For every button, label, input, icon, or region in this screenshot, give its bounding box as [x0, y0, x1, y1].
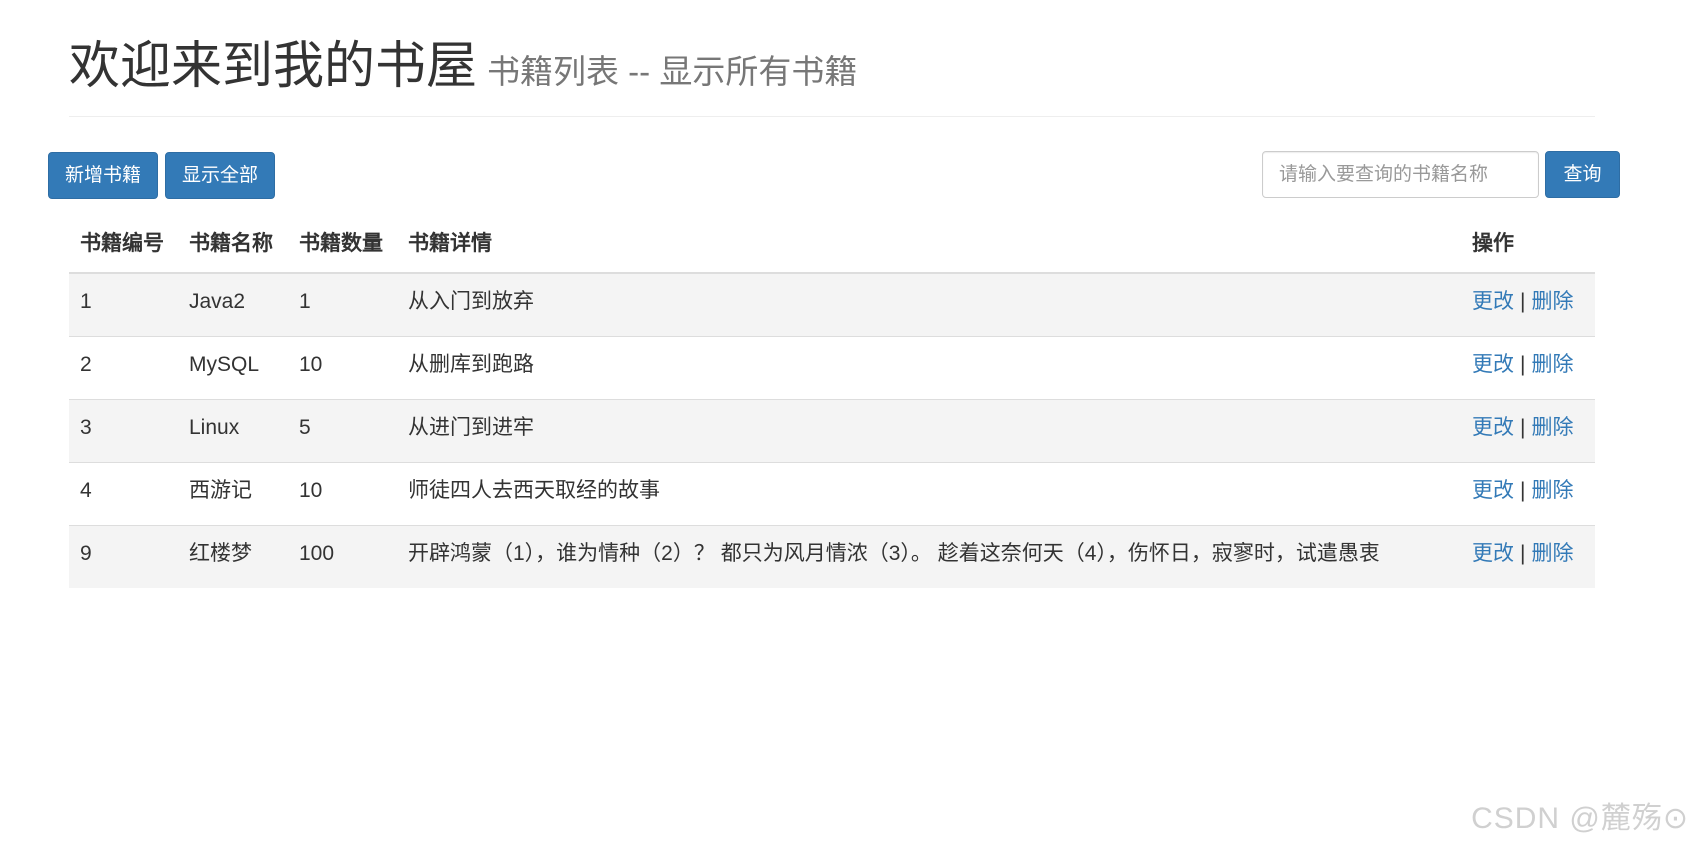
toolbar-left: 新增书籍 显示全部	[48, 152, 276, 199]
table-row: 2 MySQL 10 从删库到跑路 更改 | 删除	[69, 335, 1595, 399]
table-row: 9 红楼梦 100 开辟鸿蒙（1），谁为情种（2）？ 都只为风月情浓（3）。 趁…	[69, 524, 1595, 588]
table-header-row: 书籍编号 书籍名称 书籍数量 书籍详情 操作	[69, 215, 1595, 274]
cell-operations: 更改 | 删除	[1461, 335, 1595, 399]
cell-book-count: 10	[288, 461, 397, 525]
cell-book-count: 10	[288, 335, 397, 399]
edit-link[interactable]: 更改	[1472, 290, 1514, 313]
cell-book-detail: 开辟鸿蒙（1），谁为情种（2）？ 都只为风月情浓（3）。 趁着这奈何天（4），伤…	[397, 524, 1461, 588]
cell-operations: 更改 | 删除	[1461, 524, 1595, 588]
edit-link[interactable]: 更改	[1472, 542, 1514, 565]
page-subtitle: 书籍列表 -- 显示所有书籍	[487, 53, 858, 90]
add-book-button[interactable]: 新增书籍	[48, 152, 159, 199]
cell-book-detail: 师徒四人去西天取经的故事	[397, 461, 1461, 525]
cell-book-name: Linux	[178, 398, 288, 462]
delete-link[interactable]: 删除	[1531, 416, 1573, 439]
op-separator: |	[1520, 478, 1526, 502]
header-book-detail: 书籍详情	[397, 215, 1461, 274]
delete-link[interactable]: 删除	[1531, 479, 1573, 502]
cell-book-detail: 从删库到跑路	[397, 335, 1461, 399]
cell-book-count: 1	[288, 272, 397, 336]
edit-link[interactable]: 更改	[1472, 479, 1514, 502]
cell-operations: 更改 | 删除	[1461, 461, 1595, 525]
search-button[interactable]: 查询	[1545, 151, 1620, 198]
cell-book-id: 2	[69, 335, 178, 399]
header-operations: 操作	[1461, 215, 1595, 274]
table-row: 4 西游记 10 师徒四人去西天取经的故事 更改 | 删除	[69, 461, 1595, 525]
delete-link[interactable]: 删除	[1531, 290, 1573, 313]
page-header: 欢迎来到我的书屋 书籍列表 -- 显示所有书籍	[69, 37, 1595, 118]
cell-operations: 更改 | 删除	[1461, 272, 1595, 336]
cell-book-name: MySQL	[178, 335, 288, 399]
books-table: 书籍编号 书籍名称 书籍数量 书籍详情 操作 1 Java2 1 从入门到放弃 …	[69, 215, 1595, 588]
op-separator: |	[1520, 415, 1526, 439]
csdn-watermark: CSDN @麓殇⊙	[1471, 802, 1689, 835]
cell-book-id: 3	[69, 398, 178, 462]
header-book-id: 书籍编号	[69, 215, 178, 274]
cell-book-name: 西游记	[178, 461, 288, 525]
header-book-count: 书籍数量	[288, 215, 397, 274]
table-row: 3 Linux 5 从进门到进牢 更改 | 删除	[69, 398, 1595, 462]
delete-link[interactable]: 删除	[1531, 353, 1573, 376]
op-separator: |	[1520, 290, 1526, 313]
cell-book-name: Java2	[178, 272, 288, 336]
search-input[interactable]	[1262, 151, 1539, 198]
op-separator: |	[1520, 541, 1526, 565]
cell-operations: 更改 | 删除	[1461, 398, 1595, 462]
header-book-name: 书籍名称	[178, 215, 288, 274]
cell-book-name: 红楼梦	[178, 524, 288, 588]
cell-book-detail: 从入门到放弃	[397, 272, 1461, 336]
edit-link[interactable]: 更改	[1472, 353, 1514, 376]
show-all-button[interactable]: 显示全部	[165, 152, 276, 199]
cell-book-id: 4	[69, 461, 178, 525]
cell-book-id: 9	[69, 524, 178, 588]
edit-link[interactable]: 更改	[1472, 416, 1514, 439]
page-title: 欢迎来到我的书屋	[69, 37, 478, 94]
cell-book-count: 100	[288, 524, 397, 588]
op-separator: |	[1520, 352, 1526, 376]
cell-book-detail: 从进门到进牢	[397, 398, 1461, 462]
search-form: 查询	[1262, 151, 1620, 198]
cell-book-count: 5	[288, 398, 397, 462]
delete-link[interactable]: 删除	[1531, 542, 1573, 565]
cell-book-id: 1	[69, 272, 178, 336]
table-row: 1 Java2 1 从入门到放弃 更改 | 删除	[69, 272, 1595, 336]
